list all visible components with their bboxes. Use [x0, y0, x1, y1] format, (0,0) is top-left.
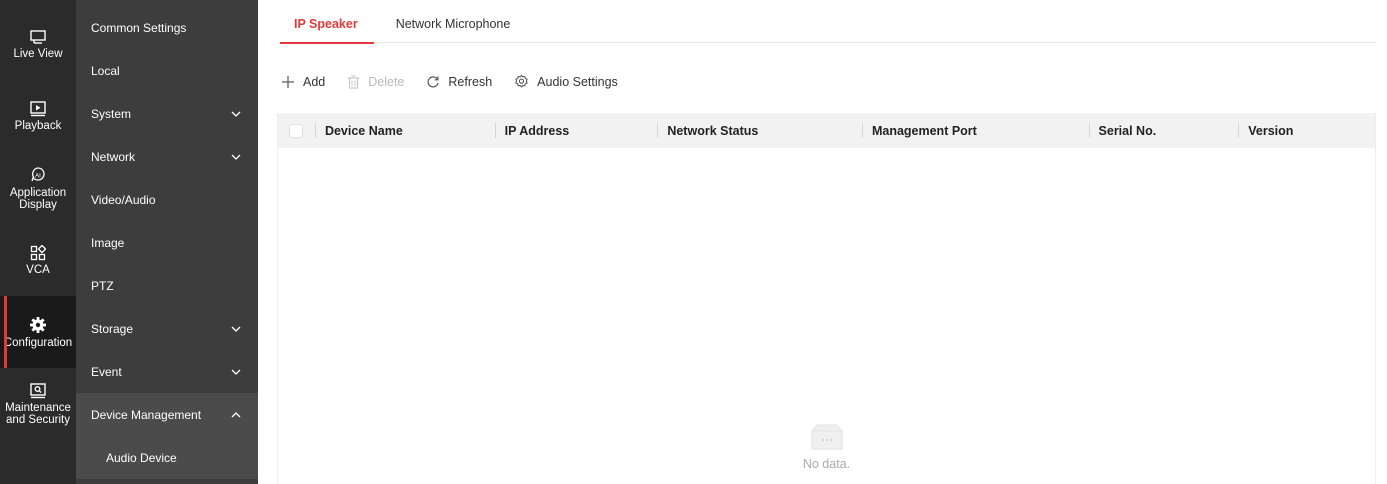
column-device-name[interactable]: Device Name [314, 113, 495, 148]
nav-vca-label: VCA [26, 263, 50, 276]
ai-icon: AI [31, 166, 45, 181]
delete-label: Delete [368, 74, 405, 89]
submenu-local[interactable]: Local [76, 49, 258, 92]
submenu-item-label: Common Settings [91, 20, 187, 35]
main-nav-rail: Live View Playback AI Application Displa… [0, 0, 76, 484]
nav-configuration[interactable]: Configuration [0, 296, 76, 368]
submenu-common-settings[interactable]: Common Settings [76, 6, 258, 49]
submenu-item-label: Event [91, 364, 122, 379]
submenu-item-label: PTZ [91, 278, 114, 293]
submenu-ptz[interactable]: PTZ [76, 264, 258, 307]
nav-live-view-label: Live View [13, 47, 63, 60]
submenu-item-label: Local [91, 63, 120, 78]
nav-vca[interactable]: VCA [0, 224, 76, 296]
audio-settings-button[interactable]: Audio Settings [514, 74, 618, 89]
column-network-status[interactable]: Network Status [657, 113, 862, 148]
grid-icon [30, 244, 46, 260]
column-management-port[interactable]: Management Port [861, 113, 1089, 148]
submenu-item-label: Video/Audio [91, 192, 156, 207]
submenu-audio-device[interactable]: Audio Device [76, 436, 258, 479]
column-version[interactable]: Version [1238, 113, 1375, 148]
tab-network-microphone[interactable]: Network Microphone [396, 0, 511, 43]
submenu-video-audio[interactable]: Video/Audio [76, 178, 258, 221]
tab-ip-speaker[interactable]: IP Speaker [280, 0, 374, 44]
toolbar: Add Delete Refresh Audio Settings [281, 74, 640, 89]
column-serial-no[interactable]: Serial No. [1088, 113, 1239, 148]
plus-icon [282, 75, 294, 88]
empty-state-text: No data. [802, 457, 851, 471]
monitor-icon [30, 29, 46, 44]
settings-icon [515, 74, 528, 88]
nav-playback-label: Playback [14, 119, 62, 132]
config-submenu: Common Settings Local System Network Vid… [76, 0, 258, 484]
submenu-storage[interactable]: Storage [76, 307, 258, 350]
chevron-up-icon [231, 411, 241, 417]
submenu-network[interactable]: Network [76, 135, 258, 178]
play-icon [30, 100, 46, 116]
submenu-item-label: Network [91, 149, 136, 164]
nav-application-display-label: Application Display [9, 186, 67, 211]
svg-text:AI: AI [35, 173, 41, 179]
empty-state: No data. [278, 423, 1375, 471]
chevron-down-icon [231, 154, 241, 160]
column-ip-address[interactable]: IP Address [494, 113, 658, 148]
gear-icon [30, 316, 46, 333]
submenu-device-management[interactable]: Device Management [76, 393, 258, 436]
submenu-item-label: System [91, 106, 132, 121]
submenu-item-label: Image [91, 235, 125, 250]
submenu-item-label: Device Management [91, 407, 202, 422]
refresh-label: Refresh [448, 74, 493, 89]
main-content: IP Speaker Network Microphone Add Delete… [258, 0, 1387, 484]
table-header: Device Name IP Address Network Status Ma… [278, 113, 1375, 148]
nav-configuration-label: Configuration [3, 336, 73, 349]
submenu-child-label: Audio Device [106, 450, 177, 465]
submenu-item-label: Storage [91, 321, 134, 336]
chevron-down-icon [231, 326, 241, 332]
trash-icon [348, 74, 360, 89]
select-all-cell [278, 113, 315, 148]
delete-button[interactable]: Delete [347, 75, 404, 89]
audio-settings-label: Audio Settings [537, 74, 618, 89]
select-all-checkbox[interactable] [289, 123, 303, 138]
nav-maintenance-security-label: Maintenance and Security [5, 401, 71, 426]
add-button[interactable]: Add [281, 75, 325, 89]
add-label: Add [303, 74, 326, 89]
device-table: Device Name IP Address Network Status Ma… [277, 113, 1376, 484]
nav-live-view[interactable]: Live View [0, 8, 76, 80]
nav-maintenance-security[interactable]: Maintenance and Security [0, 368, 76, 440]
chevron-down-icon [231, 111, 241, 117]
submenu-event[interactable]: Event [76, 350, 258, 393]
chevron-down-icon [231, 369, 241, 375]
submenu-image[interactable]: Image [76, 221, 258, 264]
nav-playback[interactable]: Playback [0, 80, 76, 152]
refresh-button[interactable]: Refresh [426, 75, 492, 89]
maintenance-icon [30, 382, 46, 398]
tab-bar: IP Speaker Network Microphone [280, 0, 1376, 44]
submenu-system[interactable]: System [76, 92, 258, 135]
refresh-icon [427, 75, 439, 87]
nav-application-display[interactable]: AI Application Display [0, 152, 76, 224]
empty-box-icon [811, 424, 842, 450]
